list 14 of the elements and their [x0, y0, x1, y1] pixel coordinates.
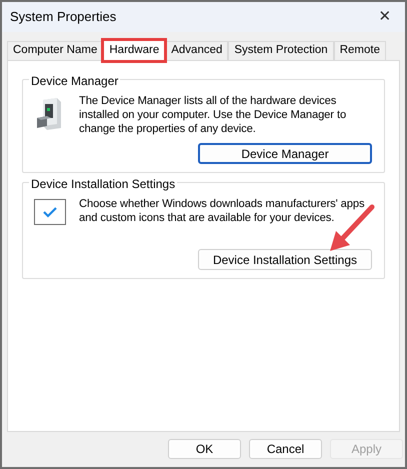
dialog-button[interactable]: OK	[168, 439, 241, 459]
description-text: The Device Manager lists all of the hardware devices installed on your computer. Use the Device Manager to change the properties of any device.	[79, 94, 348, 136]
tab[interactable]: Advanced	[165, 41, 228, 60]
tab[interactable]: Remote	[334, 41, 386, 60]
window-title: System Properties	[10, 8, 116, 26]
description-text: Choose whether Windows downloads manufacturers' apps and custom icons that are available for your devices.	[79, 197, 366, 225]
close-button[interactable]: ✕	[365, 3, 405, 31]
tab[interactable]: System Protection	[228, 41, 334, 60]
tab[interactable]: Computer Name	[7, 41, 104, 60]
dialog-button[interactable]: Cancel	[249, 439, 322, 459]
checkmark-icon	[34, 199, 66, 225]
device-button[interactable]: Device Installation Settings	[198, 249, 372, 270]
tab[interactable]: Hardware	[103, 40, 166, 61]
device-button[interactable]: Device Manager	[198, 143, 372, 164]
